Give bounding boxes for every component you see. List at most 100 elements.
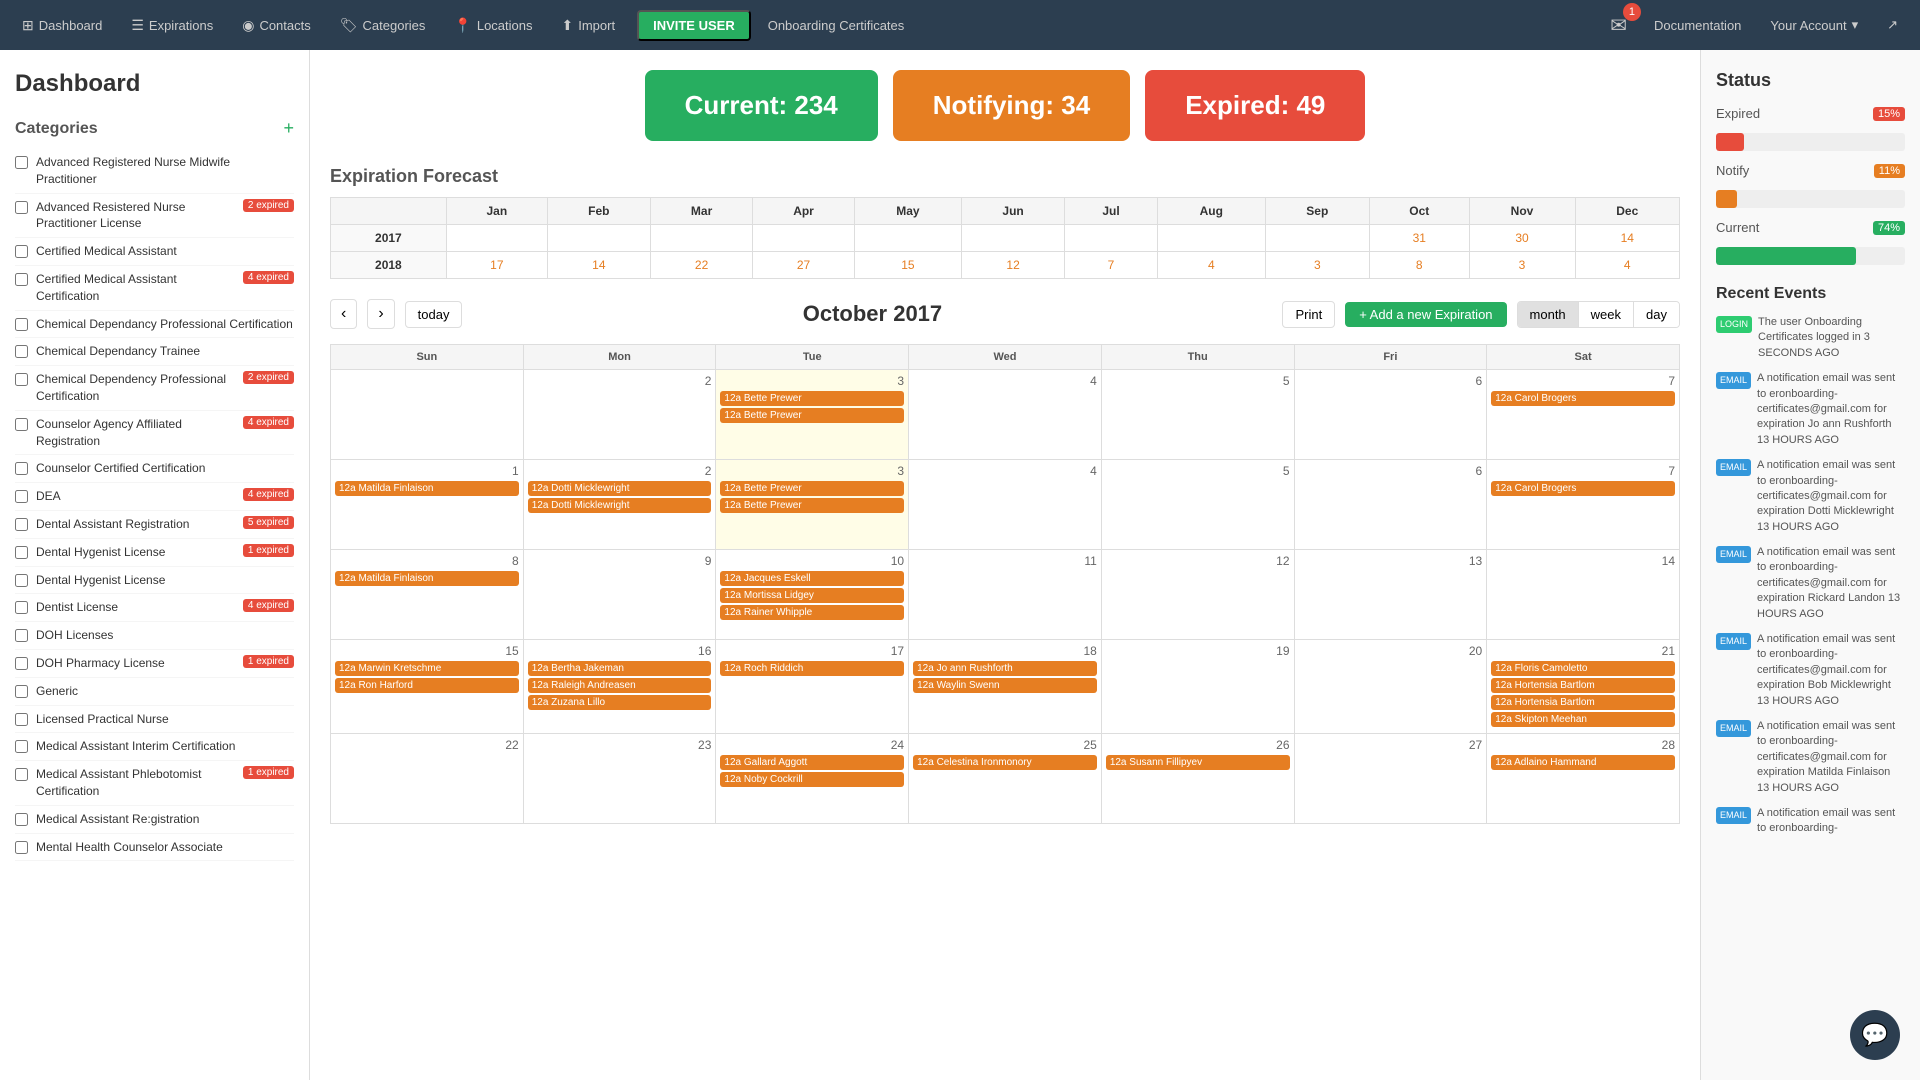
calendar-cell[interactable]: 1512a Marwin Kretschme12a Ron Harford [331, 640, 524, 734]
calendar-event[interactable]: 12a Zuzana Lillo [528, 695, 712, 710]
category-checkbox[interactable] [15, 768, 28, 781]
category-checkbox[interactable] [15, 462, 28, 475]
calendar-today-button[interactable]: today [405, 301, 463, 328]
category-item[interactable]: Advanced Registered Nurse Midwife Practi… [15, 149, 294, 194]
nav-share-icon[interactable]: ↗ [1875, 11, 1910, 39]
calendar-cell[interactable]: 712a Carol Brogers [1487, 370, 1680, 460]
category-item[interactable]: Dental Hygenist License 1 expired [15, 539, 294, 567]
calendar-event[interactable]: 12a Ron Harford [335, 678, 519, 693]
calendar-cell[interactable]: 6 [1294, 460, 1487, 550]
calendar-cell[interactable]: 2812a Adlaino Hammand [1487, 734, 1680, 824]
category-item[interactable]: DEA 4 expired [15, 483, 294, 511]
calendar-event[interactable]: 12a Jacques Eskell [720, 571, 904, 586]
category-item[interactable]: Medical Assistant Interim Certification [15, 733, 294, 761]
calendar-cell[interactable]: 5 [1101, 460, 1294, 550]
calendar-event[interactable]: 12a Waylin Swenn [913, 678, 1097, 693]
category-checkbox[interactable] [15, 657, 28, 670]
calendar-cell[interactable]: 12 [1101, 550, 1294, 640]
category-checkbox[interactable] [15, 713, 28, 726]
calendar-event[interactable]: 12a Rainer Whipple [720, 605, 904, 620]
calendar-cell[interactable]: 11 [909, 550, 1102, 640]
category-checkbox[interactable] [15, 518, 28, 531]
calendar-cell[interactable]: 1612a Bertha Jakeman12a Raleigh Andrease… [523, 640, 716, 734]
nav-item-locations[interactable]: 📍 Locations [442, 11, 544, 40]
forecast-value[interactable]: 15 [901, 258, 914, 272]
calendar-month-view-button[interactable]: month [1518, 302, 1579, 327]
category-checkbox[interactable] [15, 373, 28, 386]
expired-card[interactable]: Expired: 49 [1145, 70, 1365, 141]
nav-item-contacts[interactable]: ◉ Contacts [230, 11, 323, 40]
calendar-event[interactable]: 12a Marwin Kretschme [335, 661, 519, 676]
category-item[interactable]: Chemical Dependancy Professional Certifi… [15, 311, 294, 339]
calendar-cell[interactable]: 112a Matilda Finlaison [331, 460, 524, 550]
calendar-event[interactable]: 12a Skipton Meehan [1491, 712, 1675, 727]
calendar-cell[interactable]: 1812a Jo ann Rushforth12a Waylin Swenn [909, 640, 1102, 734]
category-item[interactable]: Dentist License 4 expired [15, 594, 294, 622]
category-item[interactable]: Advanced Resistered Nurse Practitioner L… [15, 194, 294, 239]
calendar-cell[interactable]: 2412a Gallard Aggott12a Noby Cockrill [716, 734, 909, 824]
calendar-event[interactable]: 12a Jo ann Rushforth [913, 661, 1097, 676]
category-checkbox[interactable] [15, 574, 28, 587]
current-card[interactable]: Current: 234 [645, 70, 878, 141]
add-category-button[interactable]: + [283, 118, 294, 139]
calendar-event[interactable]: 12a Floris Camoletto [1491, 661, 1675, 676]
calendar-event[interactable]: 12a Bette Prewer [720, 498, 904, 513]
calendar-event[interactable]: 12a Hortensia Bartlom [1491, 695, 1675, 710]
calendar-cell[interactable]: 23 [523, 734, 716, 824]
calendar-event[interactable]: 12a Carol Brogers [1491, 391, 1675, 406]
notifying-card[interactable]: Notifying: 34 [893, 70, 1130, 141]
category-item[interactable]: DOH Licenses [15, 622, 294, 650]
calendar-event[interactable]: 12a Dotti Micklewright [528, 498, 712, 513]
category-item[interactable]: Generic [15, 678, 294, 706]
calendar-cell[interactable]: 1012a Jacques Eskell12a Mortissa Lidgey1… [716, 550, 909, 640]
forecast-value[interactable]: 3 [1519, 258, 1526, 272]
category-checkbox[interactable] [15, 601, 28, 614]
calendar-cell[interactable]: 13 [1294, 550, 1487, 640]
calendar-event[interactable]: 12a Bertha Jakeman [528, 661, 712, 676]
forecast-value[interactable]: 30 [1515, 231, 1528, 245]
forecast-value[interactable]: 7 [1108, 258, 1115, 272]
forecast-value[interactable]: 3 [1314, 258, 1321, 272]
category-item[interactable]: DOH Pharmacy License 1 expired [15, 650, 294, 678]
calendar-next-button[interactable]: › [367, 299, 394, 329]
calendar-event[interactable]: 12a Raleigh Andreasen [528, 678, 712, 693]
calendar-cell[interactable]: 812a Matilda Finlaison [331, 550, 524, 640]
add-expiration-button[interactable]: + Add a new Expiration [1345, 302, 1506, 327]
calendar-cell[interactable]: 2512a Celestina Ironmonory [909, 734, 1102, 824]
forecast-value[interactable]: 12 [1006, 258, 1019, 272]
calendar-cell[interactable]: 6 [1294, 370, 1487, 460]
calendar-event[interactable]: 12a Noby Cockrill [720, 772, 904, 787]
calendar-cell[interactable]: 1712a Roch Riddich [716, 640, 909, 734]
category-checkbox[interactable] [15, 345, 28, 358]
calendar-cell[interactable]: 312a Bette Prewer12a Bette Prewer [716, 370, 909, 460]
nav-item-dashboard[interactable]: ⊞ Dashboard [10, 11, 114, 40]
category-item[interactable]: Counselor Agency Affiliated Registration… [15, 411, 294, 456]
forecast-value[interactable]: 27 [797, 258, 810, 272]
calendar-event[interactable]: 12a Gallard Aggott [720, 755, 904, 770]
nav-item-documentation[interactable]: Documentation [1642, 12, 1753, 39]
forecast-value[interactable]: 4 [1208, 258, 1215, 272]
calendar-event[interactable]: 12a Matilda Finlaison [335, 571, 519, 586]
chat-button[interactable]: 💬 [1850, 1010, 1900, 1060]
category-item[interactable]: Certified Medical Assistant [15, 238, 294, 266]
category-checkbox[interactable] [15, 813, 28, 826]
nav-item-account[interactable]: Your Account ▾ [1758, 11, 1870, 39]
calendar-event[interactable]: 12a Hortensia Bartlom [1491, 678, 1675, 693]
category-item[interactable]: Chemical Dependancy Trainee [15, 338, 294, 366]
category-checkbox[interactable] [15, 245, 28, 258]
nav-item-expirations[interactable]: ☰ Expirations [119, 11, 225, 40]
calendar-cell[interactable]: 212a Dotti Micklewright12a Dotti Micklew… [523, 460, 716, 550]
nav-item-onboarding[interactable]: Onboarding Certificates [756, 12, 917, 39]
category-checkbox[interactable] [15, 201, 28, 214]
calendar-event[interactable]: 12a Matilda Finlaison [335, 481, 519, 496]
calendar-event[interactable]: 12a Bette Prewer [720, 391, 904, 406]
category-checkbox[interactable] [15, 841, 28, 854]
calendar-cell[interactable]: 312a Bette Prewer12a Bette Prewer [716, 460, 909, 550]
category-checkbox[interactable] [15, 273, 28, 286]
notification-bell[interactable]: ✉ 1 [1600, 7, 1637, 44]
category-item[interactable]: Medical Assistant Phlebotomist Certifica… [15, 761, 294, 806]
category-checkbox[interactable] [15, 490, 28, 503]
category-item[interactable]: Dental Assistant Registration 5 expired [15, 511, 294, 539]
calendar-print-button[interactable]: Print [1282, 301, 1335, 328]
calendar-cell[interactable]: 2112a Floris Camoletto12a Hortensia Bart… [1487, 640, 1680, 734]
